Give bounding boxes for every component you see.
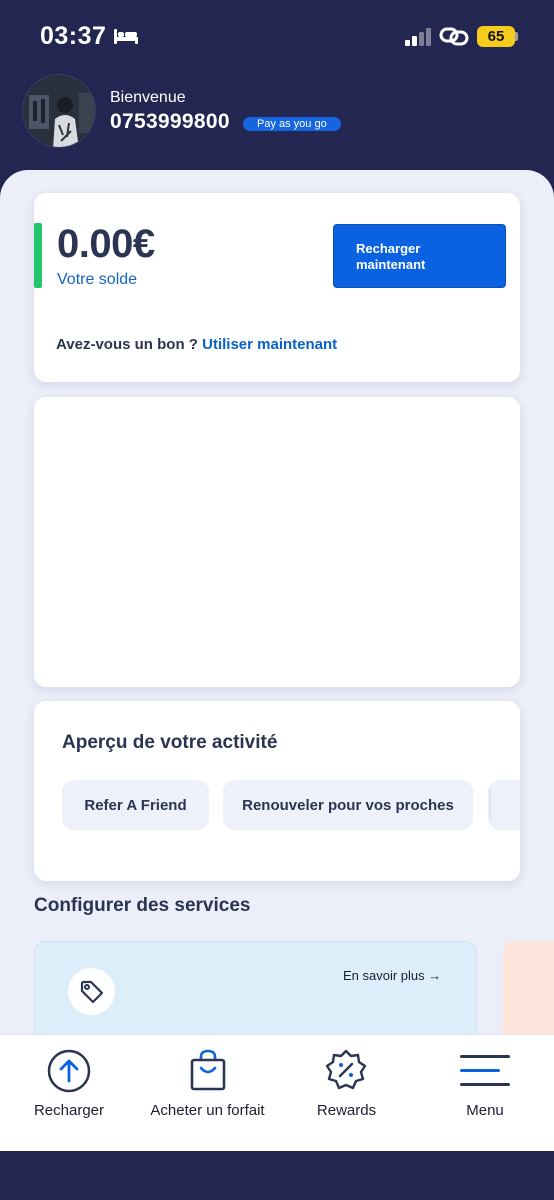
balance-amount: 0.00€	[57, 222, 155, 266]
link-icon	[439, 27, 469, 46]
battery-level: 65	[487, 28, 505, 45]
renew-for-relatives-chip[interactable]: Renouveler pour vos proches	[223, 780, 473, 830]
shopping-bag-icon	[190, 1049, 226, 1091]
recharge-now-button[interactable]: Recharger maintenant	[333, 224, 506, 288]
balance-accent-bar	[34, 223, 42, 288]
tag-icon	[80, 980, 103, 1003]
chip-divider	[489, 789, 491, 819]
percent-badge-icon	[325, 1049, 367, 1090]
battery-cap	[515, 32, 518, 41]
nav-menu[interactable]: Menu	[416, 1034, 554, 1151]
next-activity-chip[interactable]	[488, 780, 520, 830]
services-title: Configurer des services	[34, 895, 251, 916]
nav-rewards[interactable]: Rewards	[277, 1034, 416, 1151]
refer-a-friend-chip[interactable]: Refer A Friend	[62, 780, 209, 830]
nav-menu-label: Menu	[466, 1102, 504, 1119]
status-bar: 03:37 65	[0, 0, 554, 72]
nav-recharge-label: Recharger	[33, 1102, 105, 1119]
learn-more-link[interactable]: En savoir plus →	[343, 968, 441, 983]
nav-rewards-label: Rewards	[316, 1102, 377, 1119]
home-indicator-area	[0, 1151, 554, 1200]
nav-buy-plan-label: Acheter un forfait	[150, 1102, 265, 1119]
tag-icon-badge	[68, 968, 115, 1015]
avatar-image	[23, 75, 95, 147]
welcome-text: Bienvenue	[110, 89, 186, 106]
promo-banner-card[interactable]	[34, 397, 520, 687]
nav-recharge[interactable]: Recharger	[0, 1034, 138, 1151]
arrow-up-circle-icon	[47, 1049, 91, 1093]
phone-number: 0753999800	[110, 110, 230, 133]
activity-title: Aperçu de votre activité	[62, 732, 278, 753]
menu-icon	[460, 1055, 510, 1086]
signal-icon	[405, 28, 431, 46]
use-voucher-link[interactable]: Utiliser maintenant	[202, 336, 337, 353]
nav-buy-plan[interactable]: Acheter un forfait	[138, 1034, 277, 1151]
bed-icon	[114, 29, 138, 44]
plan-badge: Pay as you go	[243, 117, 341, 131]
status-time: 03:37	[40, 22, 107, 50]
voucher-question: Avez-vous un bon ?	[56, 336, 198, 353]
voucher-row: Avez-vous un bon ? Utiliser maintenant	[56, 336, 337, 353]
battery-indicator: 65	[477, 26, 515, 47]
balance-label: Votre solde	[57, 271, 138, 288]
avatar[interactable]	[22, 74, 96, 148]
